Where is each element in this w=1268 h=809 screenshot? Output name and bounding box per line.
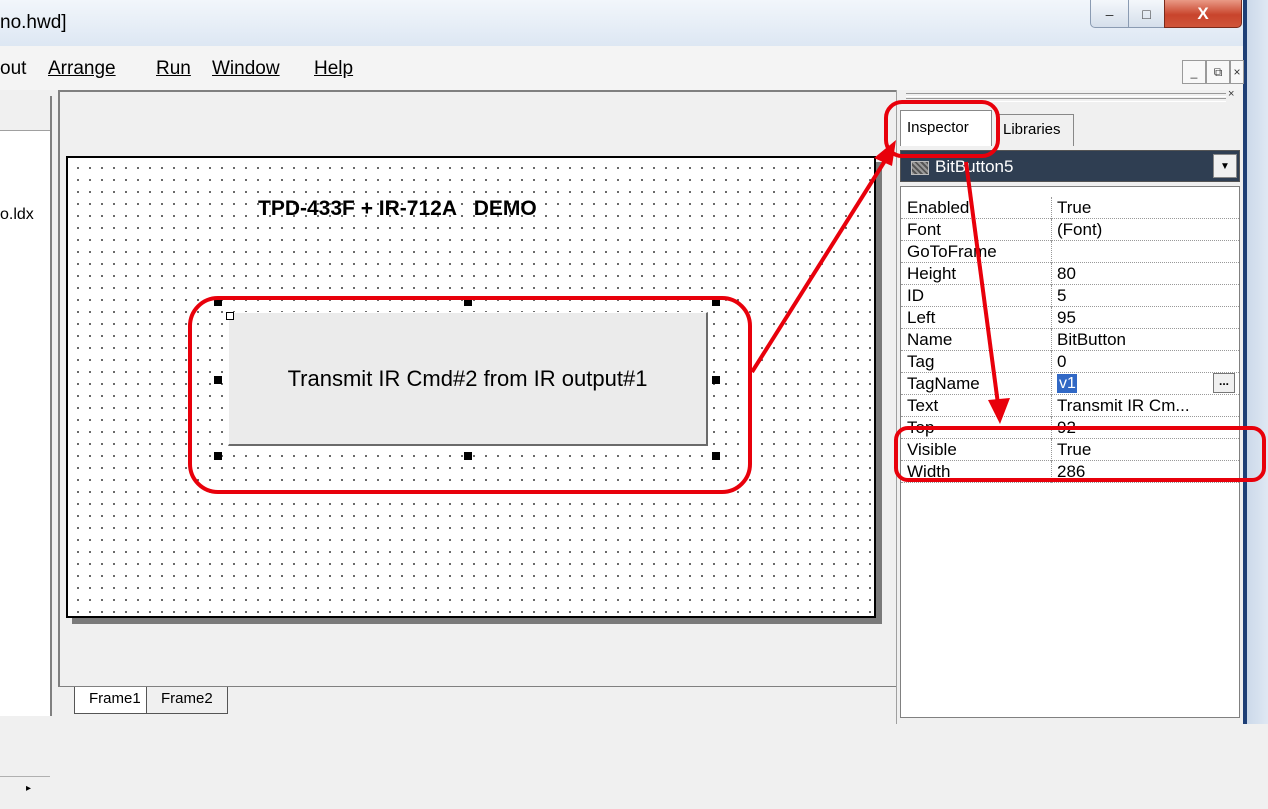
property-row-font[interactable]: Font (Font) [901, 219, 1239, 241]
project-panel-header [0, 96, 50, 131]
bitbutton-icon [911, 161, 929, 175]
chevron-down-icon[interactable]: ▼ [1213, 154, 1237, 178]
title-bar: no.hwd] [0, 0, 1268, 46]
project-file-item[interactable]: o.ldx [0, 206, 34, 224]
property-value[interactable]: True [1057, 198, 1235, 218]
property-name: ID [907, 286, 924, 305]
property-divider [1051, 285, 1052, 307]
property-row-text[interactable]: Text Transmit IR Cm... [901, 395, 1239, 417]
mdi-close-button[interactable]: × [1230, 60, 1244, 84]
panel-grip[interactable] [906, 93, 1226, 97]
property-value-input[interactable]: v1 [1057, 374, 1077, 393]
property-divider [1051, 263, 1052, 285]
property-row-name[interactable]: Name BitButton [901, 329, 1239, 351]
scroll-right-icon[interactable]: ▸ [26, 783, 31, 794]
property-divider [1051, 241, 1052, 263]
property-name: Font [907, 220, 942, 239]
property-row-height[interactable]: Height 80 [901, 263, 1239, 285]
annotation-box-inspector [884, 100, 1000, 158]
property-name: Enabled [907, 198, 970, 217]
panel-close-icon[interactable]: × [1228, 88, 1234, 100]
menu-item-run-label: Run [156, 58, 191, 79]
property-divider [1051, 329, 1052, 351]
property-divider [1051, 307, 1052, 329]
property-name: Height [907, 264, 957, 283]
annotation-box-button [188, 296, 752, 494]
property-row-id[interactable]: ID 5 [901, 285, 1239, 307]
menu-item-window[interactable]: Window [212, 58, 280, 80]
property-name: TagName [907, 374, 980, 393]
tab-frame1[interactable]: Frame1 [74, 687, 156, 714]
property-value[interactable]: Transmit IR Cm... [1057, 396, 1235, 416]
mdi-restore-button[interactable]: ⧉ [1206, 60, 1230, 84]
horizontal-scrollbar[interactable]: ▸ [0, 776, 50, 809]
minimize-button[interactable]: – [1090, 0, 1129, 28]
menu-item-help-label: Help [314, 58, 354, 79]
mdi-minimize-button[interactable]: _ [1182, 60, 1206, 84]
property-row-tag[interactable]: Tag 0 [901, 351, 1239, 373]
window-title: no.hwd] [0, 12, 67, 33]
ellipsis-button[interactable]: ... [1213, 373, 1235, 393]
property-divider [1051, 219, 1052, 241]
menu-item-arrange[interactable]: Arrange [48, 58, 116, 80]
property-divider [1051, 395, 1052, 417]
property-value[interactable]: 0 [1057, 352, 1235, 372]
menu-item-help[interactable]: Help [314, 58, 353, 80]
property-value[interactable]: (Font) [1057, 220, 1235, 240]
property-value[interactable]: 5 [1057, 286, 1235, 306]
property-name: Left [907, 308, 936, 327]
property-divider [1051, 351, 1052, 373]
menu-item-run[interactable]: Run [156, 58, 191, 80]
property-row-tagname[interactable]: TagName v1... [901, 373, 1239, 395]
property-value[interactable]: 95 [1057, 308, 1235, 328]
menu-item-window-label: Window [212, 58, 280, 79]
property-row-gotoframe[interactable]: GoToFrame [901, 241, 1239, 263]
property-value[interactable]: BitButton [1057, 330, 1235, 350]
property-row-enabled[interactable]: Enabled True [901, 197, 1239, 219]
property-value[interactable]: 80 [1057, 264, 1235, 284]
selected-object-label: BitButton5 [935, 157, 1014, 176]
menu-item-layout[interactable]: out [0, 58, 26, 80]
property-divider [1051, 197, 1052, 219]
close-button[interactable]: X [1164, 0, 1242, 28]
maximize-button[interactable]: □ [1128, 0, 1165, 28]
frame-tab-bar: Frame1 Frame2 [58, 686, 896, 717]
project-panel: ▸ [0, 96, 52, 809]
property-name: Tag [907, 352, 935, 371]
menu-item-arrange-label: Arrange [48, 58, 116, 79]
canvas-title-label[interactable]: TPD-433F + IR-712A DEMO [258, 197, 537, 221]
tab-libraries[interactable]: Libraries [996, 114, 1074, 146]
property-name: Name [907, 330, 953, 349]
property-name: Text [907, 396, 939, 415]
tab-frame2[interactable]: Frame2 [146, 687, 228, 714]
annotation-box-tagname [894, 426, 1266, 482]
property-divider [1051, 373, 1052, 395]
window-frame-border [1243, 0, 1247, 724]
property-row-left[interactable]: Left 95 [901, 307, 1239, 329]
property-name: GoToFrame [907, 242, 997, 261]
